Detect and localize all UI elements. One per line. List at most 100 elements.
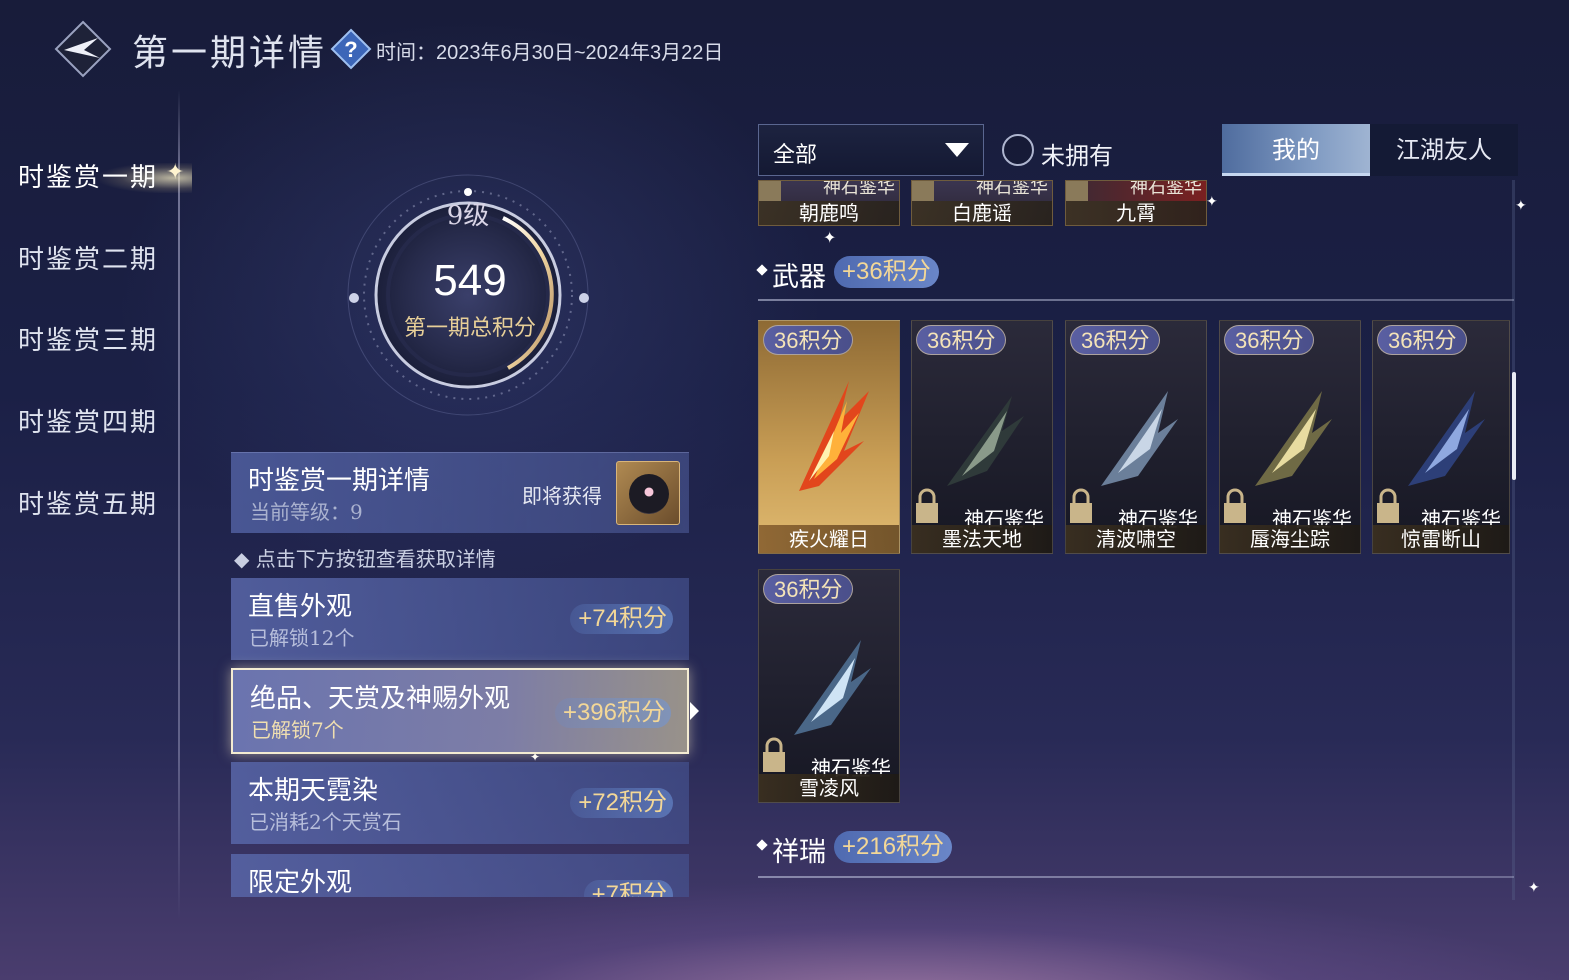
- period-time: 时间：2023年6月30日~2024年3月22日: [376, 42, 724, 64]
- help-button[interactable]: ?: [330, 28, 372, 70]
- unowned-radio[interactable]: [1002, 134, 1034, 166]
- section-points: +216积分: [834, 831, 953, 863]
- category-direct-sale[interactable]: 直售外观 已解锁12个 +74积分: [231, 578, 689, 660]
- section-points: +36积分: [834, 256, 939, 288]
- category-name: 本期天霓染: [248, 776, 379, 806]
- item-tag: 神石鉴华: [1130, 180, 1202, 198]
- back-button[interactable]: [54, 20, 112, 78]
- scrollbar-thumb[interactable]: [1512, 372, 1516, 480]
- item-card[interactable]: 神石鉴华 白鹿谣: [911, 180, 1053, 226]
- sidebar-item-period-3[interactable]: 时鉴赏三期: [18, 321, 178, 361]
- hint-label: 点击下方按钮查看获取详情: [255, 547, 496, 571]
- card-points: 36积分: [763, 574, 854, 604]
- item-swatch: [1066, 181, 1088, 201]
- lock-icon: [1224, 488, 1246, 523]
- filter-dropdown[interactable]: 全部: [758, 124, 984, 176]
- weapon-wave-icon: [1101, 391, 1178, 486]
- sidebar-divider: [178, 90, 180, 920]
- category-list-clip: 限定外观 +7积分: [231, 850, 691, 897]
- category-sub: 已解锁12个: [249, 626, 355, 650]
- item-name: 朝鹿鸣: [759, 201, 899, 225]
- item-card[interactable]: 神石鉴华 朝鹿鸣: [758, 180, 900, 226]
- total-score-label: 第一期总积分: [403, 316, 536, 341]
- card-points: 36积分: [916, 325, 1007, 355]
- card-name: 惊雷断山: [1373, 525, 1509, 553]
- card-name: 雪凌风: [759, 774, 899, 802]
- sidebar-item-period-5[interactable]: 时鉴赏五期: [18, 485, 178, 525]
- total-score: 549: [433, 256, 507, 305]
- sidebar-item-period-4[interactable]: 时鉴赏四期: [18, 403, 178, 443]
- category-points: +74积分: [570, 604, 673, 634]
- card-name: 蜃海尘踪: [1220, 525, 1360, 553]
- section-auspicious-header: 祥瑞 +216积分: [756, 830, 978, 868]
- section-title: 祥瑞: [772, 837, 826, 868]
- section-weapons-header: 武器 +36积分: [756, 255, 958, 293]
- card-points: 36积分: [1224, 325, 1315, 355]
- weapon-ink-icon: [947, 396, 1024, 486]
- lock-icon: [763, 737, 785, 772]
- caret-down-icon: [945, 143, 969, 157]
- lock-icon: [1377, 488, 1399, 523]
- current-level: 当前等级：9: [250, 500, 363, 524]
- sidebar-item-period-1[interactable]: 时鉴赏一期: [18, 158, 178, 198]
- diamond-bullet-icon: [756, 264, 768, 276]
- weapon-mirage-icon: [1255, 391, 1332, 486]
- card-name: 墨法天地: [912, 525, 1052, 553]
- diamond-bullet-icon: [756, 839, 768, 851]
- item-tag: 神石鉴华: [976, 180, 1048, 198]
- category-points: +396积分: [554, 698, 671, 728]
- scrollbar-track[interactable]: [1512, 180, 1515, 900]
- weapon-card[interactable]: 36积分 神石鉴华 雪凌风: [758, 569, 900, 803]
- tab-mine[interactable]: 我的: [1222, 124, 1370, 176]
- upcoming-reward-item[interactable]: [616, 461, 680, 525]
- weapon-flame-icon: [799, 381, 869, 491]
- card-points: 36积分: [1070, 325, 1161, 355]
- selected-arrow-icon: [690, 702, 699, 720]
- lock-icon: [1070, 488, 1092, 523]
- category-limited[interactable]: 限定外观 +7积分: [231, 854, 689, 897]
- reward-orb-icon: [629, 474, 669, 514]
- card-name: 疾火耀日: [759, 525, 899, 553]
- item-swatch: [912, 181, 934, 201]
- category-points: +7积分: [583, 880, 673, 897]
- category-sub: 已解锁7个: [251, 718, 344, 742]
- weapon-card[interactable]: 36积分 疾火耀日: [758, 320, 900, 554]
- category-sub: 已消耗2个天赏石: [249, 810, 402, 834]
- weapon-card[interactable]: 36积分 神石鉴华 墨法天地: [911, 320, 1053, 554]
- svg-text:?: ?: [344, 37, 357, 62]
- weapon-card[interactable]: 36积分 神石鉴华 惊雷断山: [1372, 320, 1510, 554]
- period-detail-title: 时鉴赏一期详情: [248, 466, 431, 496]
- category-name: 绝品、天赏及神赐外观: [250, 684, 511, 714]
- upcoming-reward-label: 即将获得: [522, 484, 602, 508]
- category-points: +72积分: [570, 788, 673, 818]
- item-name: 白鹿谣: [912, 201, 1052, 225]
- section-title: 武器: [772, 262, 826, 293]
- item-card[interactable]: 神石鉴华 九霄: [1065, 180, 1207, 226]
- weapon-thunder-icon: [1408, 391, 1485, 486]
- weapon-card[interactable]: 36积分 神石鉴华 清波啸空: [1065, 320, 1207, 554]
- item-swatch: [759, 181, 781, 201]
- question-icon: ?: [330, 28, 372, 70]
- category-name: 直售外观: [248, 592, 353, 622]
- item-tag: 神石鉴华: [823, 180, 895, 198]
- page-title: 第一期详情: [132, 33, 328, 74]
- category-premium[interactable]: 绝品、天赏及神赐外观 已解锁7个 +396积分: [231, 668, 689, 754]
- filter-value: 全部: [773, 143, 818, 168]
- card-points: 36积分: [1377, 325, 1468, 355]
- level-label: 9级: [446, 201, 490, 231]
- unowned-label: 未拥有: [1041, 142, 1113, 170]
- section-divider: [758, 876, 1514, 878]
- hint-text: ◆ 点击下方按钮查看获取详情: [234, 547, 496, 571]
- lock-icon: [916, 488, 938, 523]
- weapon-card[interactable]: 36积分 神石鉴华 蜃海尘踪: [1219, 320, 1361, 554]
- card-points: 36积分: [763, 325, 854, 355]
- card-name: 清波啸空: [1066, 525, 1206, 553]
- tab-friends[interactable]: 江湖友人: [1370, 124, 1518, 176]
- weapon-frost-icon: [794, 640, 871, 735]
- section-divider: [758, 299, 1514, 301]
- sidebar-item-period-2[interactable]: 时鉴赏二期: [18, 240, 178, 280]
- item-name: 九霄: [1066, 201, 1206, 225]
- category-name: 限定外观: [248, 868, 353, 897]
- category-dye[interactable]: 本期天霓染 已消耗2个天赏石 +72积分: [231, 762, 689, 844]
- back-arrow-icon: [54, 20, 112, 78]
